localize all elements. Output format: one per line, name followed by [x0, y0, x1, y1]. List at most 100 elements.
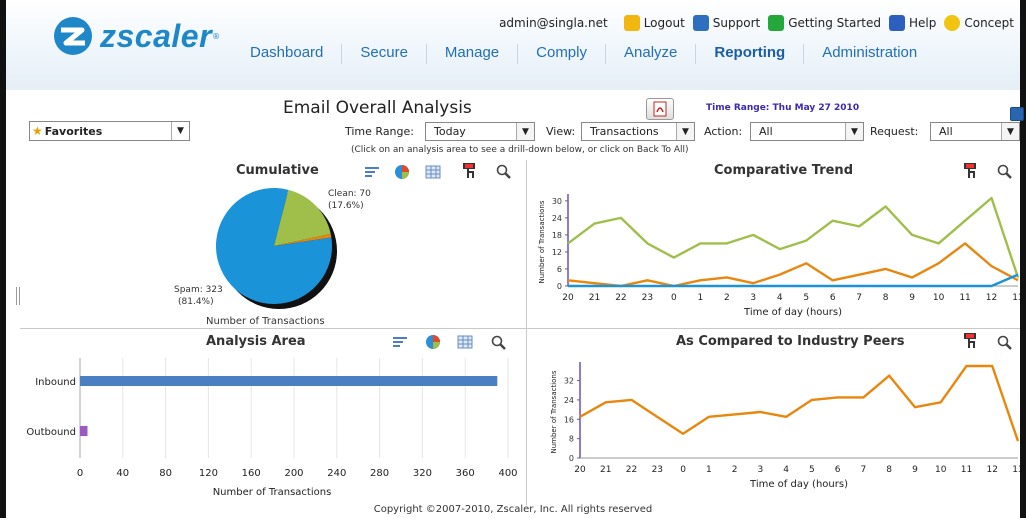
support-link[interactable]: Support	[692, 15, 761, 31]
nav-secure[interactable]: Secure	[342, 44, 427, 64]
drilldown-pointer-icon[interactable]	[962, 163, 978, 179]
top-links: admin@singla.net Logout Support Getting …	[499, 15, 1014, 31]
x-tick-label: 20	[562, 293, 574, 303]
table-view-icon[interactable]	[425, 164, 441, 180]
series-line-2	[568, 273, 1019, 288]
analysis-area-bar-chart[interactable]: 0 40 80 120 160 200 240 280 320 360 400 Inbound Outb…	[20, 352, 525, 504]
x-tick-label: 13	[1012, 465, 1020, 475]
pie-label-spam-pct: (81.4%)	[178, 297, 214, 307]
y-axis-title: Number of Transactions	[550, 370, 558, 453]
zscaler-logo-icon	[54, 17, 92, 55]
x-tick-label: 5	[809, 465, 815, 475]
pie-label-clean-pct: (17.6%)	[328, 201, 364, 211]
nav-reporting[interactable]: Reporting	[696, 44, 805, 64]
time-range-label: Time Range:	[345, 125, 414, 138]
logout-link[interactable]: Logout	[623, 15, 685, 31]
action-select[interactable]: All ▼	[750, 122, 864, 141]
request-value: All	[939, 125, 953, 138]
favorites-label: Favorites	[44, 124, 103, 138]
zoom-icon[interactable]	[491, 335, 507, 351]
x-tick-label: 21	[600, 465, 611, 475]
zscaler-logo[interactable]: zscaler ®	[52, 16, 220, 56]
trend-title: Comparative Trend	[714, 163, 853, 178]
x-tick-label: 240	[327, 468, 346, 479]
nav-analyze[interactable]: Analyze	[606, 44, 697, 64]
zoom-icon[interactable]	[496, 164, 512, 180]
table-view-icon[interactable]	[457, 334, 473, 350]
x-tick-label: 22	[615, 293, 626, 303]
x-tick-label: 20	[574, 465, 586, 475]
nav-comply[interactable]: Comply	[518, 44, 606, 64]
peers-title: As Compared to Industry Peers	[676, 334, 905, 349]
drilldown-hint: (Click on an analysis area to see a dril…	[351, 145, 689, 155]
x-tick-label: 10	[933, 293, 945, 303]
x-tick-label: 2	[724, 293, 730, 303]
copyright-footer: Copyright ©2007-2010, Zscaler, Inc. All …	[373, 504, 653, 515]
time-range-select[interactable]: Today ▼	[425, 122, 535, 141]
x-tick-label: 320	[413, 468, 432, 479]
nav-dashboard[interactable]: Dashboard	[232, 44, 343, 64]
x-tick-label: 40	[116, 468, 129, 479]
support-label: Support	[712, 16, 761, 30]
time-range-value: Today	[434, 125, 466, 138]
y-tick-label: 30	[552, 197, 562, 206]
y-tick-label: 24	[564, 396, 574, 405]
page-title: Email Overall Analysis	[283, 98, 472, 118]
x-tick-label: 7	[856, 293, 862, 303]
comparative-trend-chart[interactable]: 061218243020212223012345678910111213Time…	[532, 182, 1020, 328]
cumulative-pie-chart[interactable]: Clean: 70 (17.6%) Spam: 323 (81.4%) Numb…	[166, 180, 406, 330]
view-select[interactable]: Transactions ▼	[581, 122, 695, 141]
export-pdf-button[interactable]	[646, 98, 674, 120]
analysis-area-title: Analysis Area	[206, 334, 306, 349]
logout-label: Logout	[643, 16, 685, 30]
industry-peers-chart[interactable]: 0816243220212223012345678910111213Time o…	[532, 354, 1020, 502]
y-tick-label: 32	[564, 377, 574, 386]
nav-manage[interactable]: Manage	[427, 44, 519, 64]
x-tick-label: 0	[77, 468, 83, 479]
y-axis-title: Number of Transactions	[538, 200, 546, 283]
y-tick-label: 6	[557, 265, 562, 274]
x-tick-label: 4	[777, 293, 783, 303]
x-tick-label: 120	[199, 468, 218, 479]
x-tick-label: 3	[757, 465, 763, 475]
drilldown-pointer-icon[interactable]	[461, 163, 477, 179]
x-tick-label: 12	[986, 293, 997, 303]
chevron-down-icon: ▼	[1001, 123, 1019, 140]
logo-wordmark: zscaler	[100, 17, 213, 54]
bar-view-icon[interactable]	[364, 164, 380, 180]
getting-started-label: Getting Started	[788, 16, 881, 30]
getting-started-link[interactable]: Getting Started	[768, 15, 881, 31]
request-select[interactable]: All ▼	[930, 122, 1020, 141]
main-nav: Dashboard Secure Manage Comply Analyze R…	[232, 44, 935, 64]
favorites-dropdown[interactable]: ★ Favorites ▼	[29, 121, 190, 141]
help-link[interactable]: Help	[889, 15, 936, 31]
bar-view-icon[interactable]	[392, 334, 408, 350]
tools-icon	[692, 15, 709, 31]
x-tick-label: 6	[830, 293, 836, 303]
pie-xlabel: Number of Transactions	[206, 316, 325, 327]
x-tick-label: 3	[750, 293, 756, 303]
pie-view-icon[interactable]	[394, 164, 410, 180]
cumulative-title: Cumulative	[236, 163, 319, 178]
chevron-down-icon: ▼	[516, 123, 534, 140]
x-tick-label: 9	[912, 465, 918, 475]
series-line-0	[579, 364, 1020, 442]
save-icon[interactable]	[1010, 107, 1024, 121]
x-tick-label: 5	[803, 293, 809, 303]
nav-administration[interactable]: Administration	[804, 44, 935, 64]
chevron-down-icon: ▼	[845, 123, 863, 140]
sidebar-resize-handle[interactable]	[16, 287, 20, 305]
zoom-icon[interactable]	[997, 164, 1013, 180]
x-axis-title: Time of day (hours)	[743, 307, 842, 318]
zoom-icon[interactable]	[997, 335, 1013, 351]
x-tick-label: 160	[242, 468, 261, 479]
pie-view-icon[interactable]	[425, 334, 441, 350]
y-tick-label: 24	[552, 214, 562, 223]
x-tick-label: 80	[159, 468, 172, 479]
x-tick-label: 12	[987, 465, 998, 475]
drilldown-pointer-icon[interactable]	[962, 333, 978, 349]
y-tick-label: 8	[569, 435, 574, 444]
x-tick-label: 6	[835, 465, 841, 475]
concept-link[interactable]: Concept	[944, 15, 1014, 31]
bar-inbound	[80, 376, 498, 386]
